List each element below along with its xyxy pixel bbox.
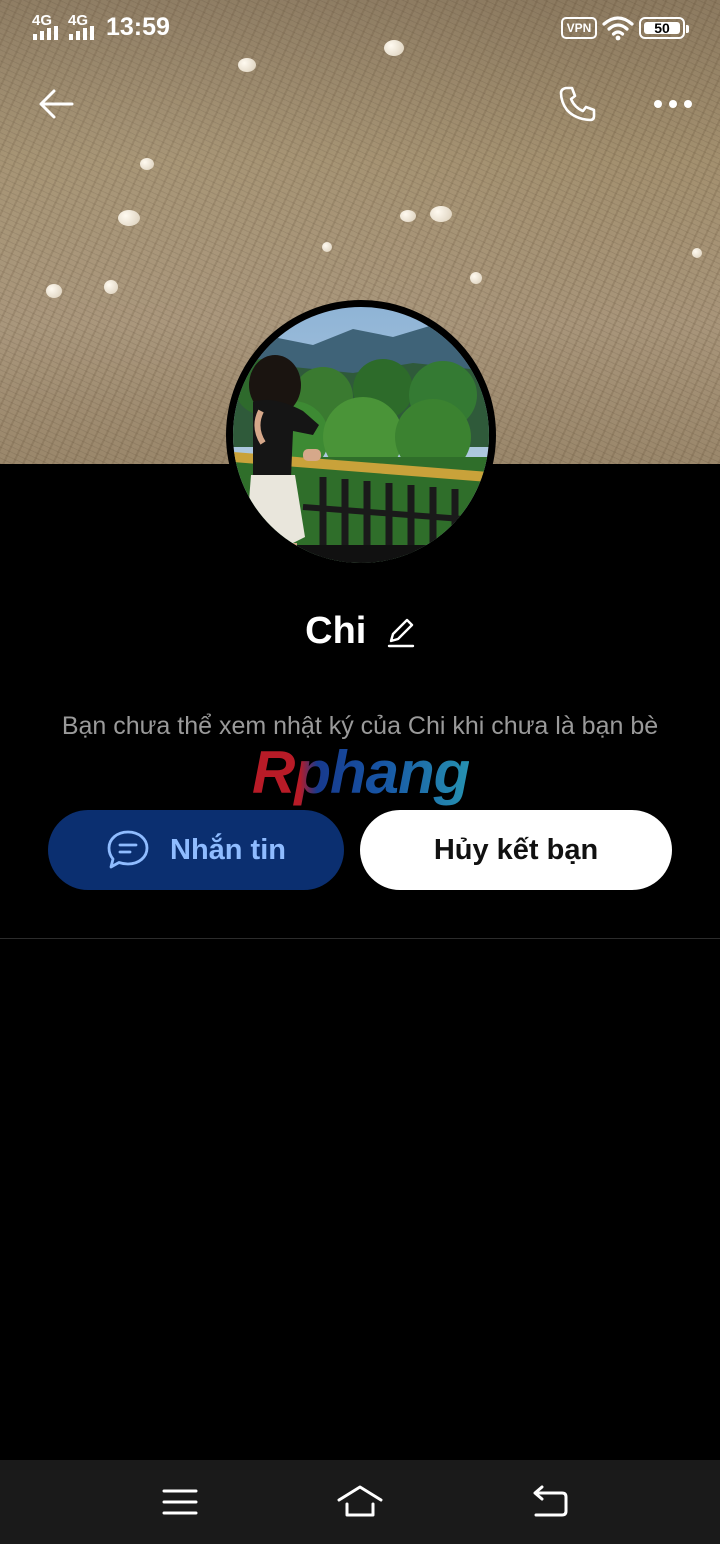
avatar-photo [233, 307, 489, 563]
back-button[interactable] [28, 80, 84, 128]
profile-name: Chi [305, 610, 367, 652]
profile-name-row: Chi [0, 610, 720, 653]
system-home-button[interactable] [320, 1460, 400, 1544]
wifi-icon [602, 16, 634, 41]
back-icon [533, 1485, 568, 1517]
shell-decoration [430, 206, 452, 222]
shell-decoration [104, 280, 118, 294]
shell-decoration [46, 284, 62, 298]
shell-decoration [118, 210, 140, 226]
more-horizontal-icon [654, 100, 692, 108]
pencil-icon[interactable] [387, 615, 415, 649]
menu-icon [162, 1489, 198, 1515]
chat-bubble-icon [107, 830, 149, 869]
watermark-logo: Rphang [252, 739, 470, 806]
unfriend-button-label: Hủy kết bạn [433, 833, 599, 866]
shell-decoration [400, 210, 416, 222]
battery-icon: 50 [639, 17, 689, 39]
system-nav-bar [0, 1460, 720, 1544]
phone-icon [559, 86, 596, 122]
home-icon [337, 1485, 383, 1517]
shell-decoration [470, 272, 482, 284]
system-menu-button[interactable] [140, 1460, 220, 1544]
signal-bars-1-icon [33, 26, 58, 40]
system-back-button[interactable] [510, 1460, 590, 1544]
divider [0, 938, 720, 939]
more-button[interactable] [646, 80, 700, 128]
shell-decoration [692, 248, 702, 258]
signal-bars-2-icon [69, 26, 94, 40]
vpn-icon: VPN [561, 17, 597, 39]
message-button-label: Nhắn tin [170, 833, 286, 866]
message-button[interactable]: Nhắn tin [48, 810, 344, 890]
status-bar: 4G 4G 13:59 VPN 50 [0, 0, 720, 56]
shell-decoration [238, 58, 256, 72]
unfriend-button[interactable]: Hủy kết bạn [360, 810, 672, 890]
shell-decoration [322, 242, 332, 252]
battery-level: 50 [654, 20, 670, 36]
clock: 13:59 [106, 13, 170, 41]
call-button[interactable] [550, 78, 604, 130]
arrow-left-icon [39, 89, 74, 119]
avatar[interactable] [226, 300, 496, 570]
shell-decoration [140, 158, 154, 170]
